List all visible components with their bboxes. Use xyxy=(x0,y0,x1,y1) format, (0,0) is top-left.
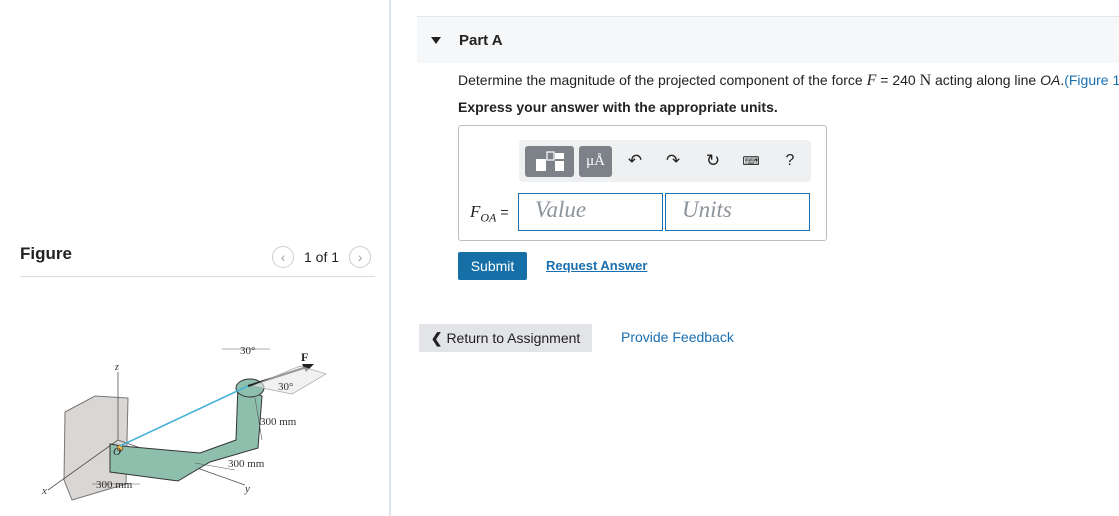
figure-divider xyxy=(20,276,375,277)
redo-icon[interactable]: ↷ xyxy=(661,149,685,173)
collapse-caret-icon[interactable] xyxy=(431,37,441,44)
line-oa xyxy=(119,384,251,447)
dimension-label-2: 300 mm xyxy=(228,458,265,470)
line-name: OA xyxy=(1040,72,1061,88)
provide-feedback-link[interactable]: Provide Feedback xyxy=(621,329,734,345)
angle-top-label: 30° xyxy=(240,345,255,357)
answer-label: FOA = xyxy=(470,202,509,225)
force-symbol: F xyxy=(866,72,877,89)
question-text: Determine the magnitude of the projected… xyxy=(458,72,1119,90)
pane-divider[interactable] xyxy=(389,0,391,516)
answer-box: μÅ ↶ ↷ ↻ ⌨ ? FOA = Value Units xyxy=(458,125,827,241)
units-input[interactable]: Units xyxy=(665,193,810,231)
z-axis-label: z xyxy=(114,362,119,373)
help-button[interactable]: ? xyxy=(778,149,802,173)
figure-panel: Figure ‹ 1 of 1 › 30° F 30° 300 mm 300 m… xyxy=(0,0,389,516)
answer-label-main: F xyxy=(470,202,481,221)
value-input[interactable]: Value xyxy=(518,193,663,231)
question-equals: = 240 xyxy=(876,72,920,88)
reset-icon[interactable]: ↻ xyxy=(701,149,725,173)
force-unit: N xyxy=(919,72,932,89)
chevron-left-icon: ❮ xyxy=(430,329,443,346)
part-header[interactable]: Part A xyxy=(417,16,1119,63)
submit-button[interactable]: Submit xyxy=(458,252,527,280)
prev-figure-button[interactable]: ‹ xyxy=(272,246,294,268)
figure-title: Figure xyxy=(20,244,72,263)
keyboard-icon[interactable]: ⌨ xyxy=(739,149,763,173)
return-label: Return to Assignment xyxy=(446,330,581,346)
math-toolbar: μÅ ↶ ↷ ↻ ⌨ ? xyxy=(519,140,811,182)
figure-image: 30° F 30° 300 mm 300 mm 300 mm O x y z xyxy=(41,345,327,501)
figure-link[interactable]: (Figure 1) xyxy=(1064,72,1119,88)
request-answer-link[interactable]: Request Answer xyxy=(546,258,647,273)
answer-label-equals: = xyxy=(500,204,509,220)
force-label: F xyxy=(301,350,308,364)
undo-icon[interactable]: ↶ xyxy=(623,149,647,173)
angle-side-label: 30° xyxy=(278,381,293,393)
answer-label-sub: OA xyxy=(480,210,497,225)
next-figure-button[interactable]: › xyxy=(349,246,372,268)
templates-button[interactable] xyxy=(525,146,574,177)
dimension-label-3: 300 mm xyxy=(96,479,133,491)
return-to-assignment-button[interactable]: ❮ Return to Assignment xyxy=(419,324,592,352)
y-axis-label: y xyxy=(244,483,250,495)
part-title: Part A xyxy=(459,32,503,49)
question-prefix: Determine the magnitude of the projected… xyxy=(458,72,867,88)
units-button[interactable]: μÅ xyxy=(579,146,612,177)
dimension-label-1: 300 mm xyxy=(260,416,297,428)
x-axis-label: x xyxy=(41,485,47,497)
question-middle: acting along line xyxy=(931,72,1041,88)
chevron-right-icon: › xyxy=(357,249,363,265)
figure-counter: 1 of 1 xyxy=(304,249,340,265)
answer-instruction: Express your answer with the appropriate… xyxy=(458,99,778,115)
origin-label: O xyxy=(113,446,121,458)
templates-icon xyxy=(535,150,564,171)
figure-pager: ‹ 1 of 1 › xyxy=(272,246,372,268)
chevron-left-icon: ‹ xyxy=(280,249,286,265)
